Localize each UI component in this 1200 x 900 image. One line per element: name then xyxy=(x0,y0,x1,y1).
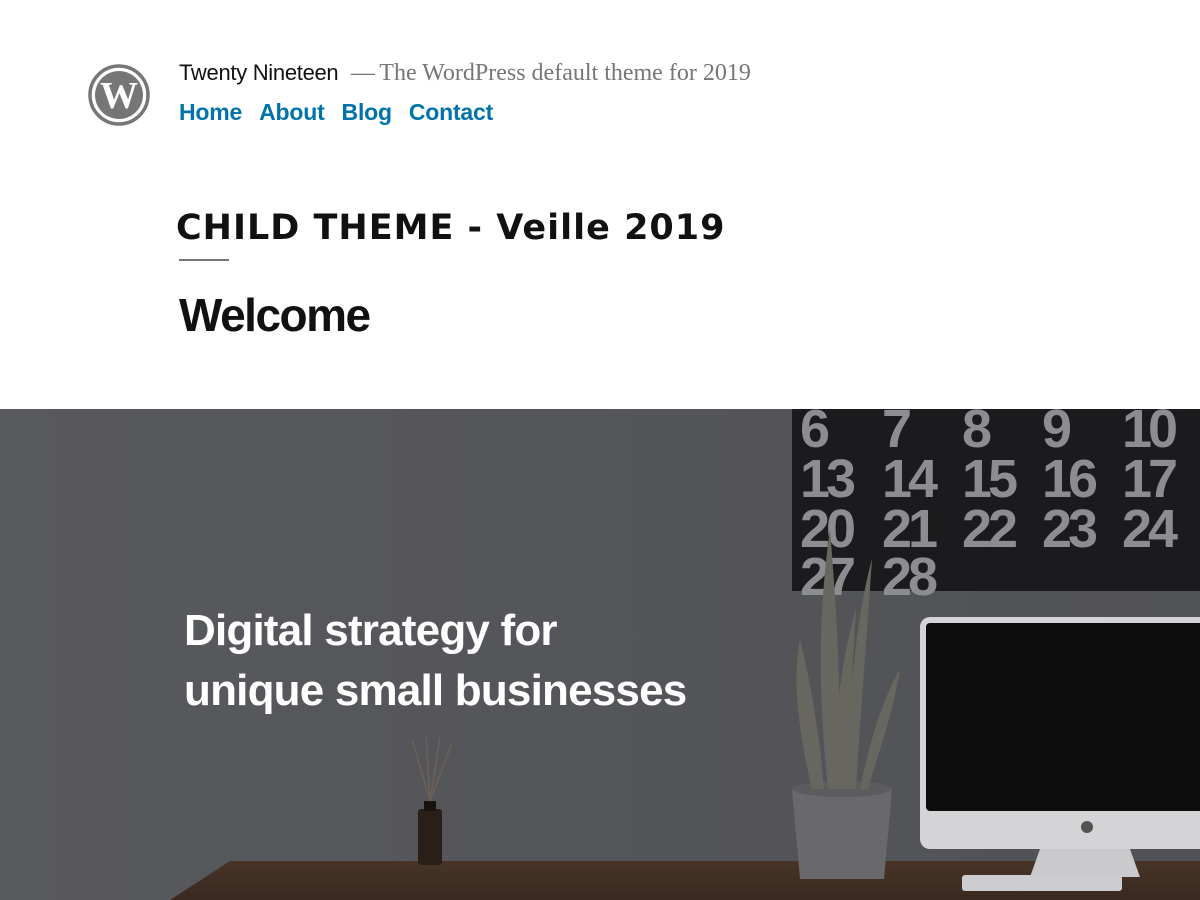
site-branding: Twenty Nineteen — The WordPress default … xyxy=(179,60,751,87)
svg-text:W: W xyxy=(100,75,138,117)
main-navigation: Home About Blog Contact xyxy=(179,99,493,126)
site-title[interactable]: Twenty Nineteen xyxy=(179,60,339,85)
wordpress-logo-icon[interactable]: W xyxy=(87,63,151,127)
site-title-separator: — xyxy=(350,60,375,86)
hero-heading-line-1: Digital strategy for xyxy=(184,606,558,655)
hero-cover: 678910131415161720212223242728 Dig xyxy=(0,409,1200,900)
child-theme-label: CHILD THEME - Veille 2019 xyxy=(176,208,726,248)
nav-item-blog[interactable]: Blog xyxy=(342,99,393,126)
title-divider xyxy=(179,259,229,261)
hero-heading: Digital strategy for unique small busine… xyxy=(184,601,687,721)
page-title: Welcome xyxy=(179,289,371,341)
nav-item-contact[interactable]: Contact xyxy=(409,99,493,126)
hero-heading-line-2: unique small businesses xyxy=(184,666,687,715)
nav-item-home[interactable]: Home xyxy=(179,99,242,126)
site-description: The WordPress default theme for 2019 xyxy=(379,60,751,86)
nav-item-about[interactable]: About xyxy=(259,99,325,126)
